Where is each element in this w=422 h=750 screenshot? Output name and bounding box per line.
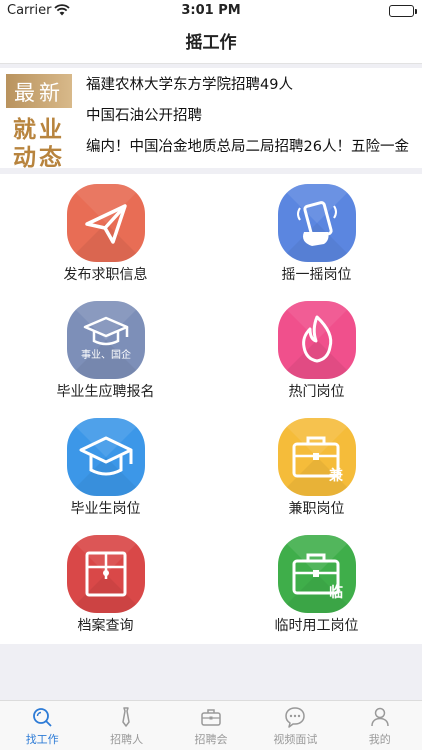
tab-job-fair[interactable]: 招聘会: [169, 701, 253, 750]
graduation-cap-icon: [67, 418, 145, 496]
tie-icon: [122, 707, 131, 727]
news-item[interactable]: 编内！中国冶金地质总局二局招聘26人！五险一金: [86, 130, 422, 161]
tile-post-job-info[interactable]: 发布求职信息: [0, 174, 211, 291]
paper-plane-icon: [67, 184, 145, 262]
tab-label: 找工作: [25, 733, 59, 746]
briefcase-icon: [201, 709, 221, 726]
tile-part-time-jobs[interactable]: 兼 兼职岗位: [211, 408, 422, 525]
tile-hot-jobs[interactable]: 热门岗位: [211, 291, 422, 408]
icon-caption: 兼: [329, 467, 344, 484]
briefcase-icon: 兼: [278, 418, 356, 496]
search-icon: [33, 708, 52, 727]
tile-archive-query[interactable]: 档案查询: [0, 525, 211, 642]
tile-label: 毕业生应聘报名: [56, 384, 155, 400]
news-section: 最新 就业 动态 福建农林大学东方学院招聘49人 中国石油公开招聘 编内！中国冶…: [0, 68, 422, 171]
tab-label: 招聘会: [194, 733, 228, 746]
tile-temporary-jobs[interactable]: 临 临时用工岗位: [211, 525, 422, 642]
shake-phone-icon: [278, 184, 356, 262]
archive-box-icon: [67, 535, 145, 613]
tab-label: 我的: [368, 733, 391, 746]
news-item[interactable]: 中国石油公开招聘: [86, 99, 422, 130]
news-list: 福建农林大学东方学院招聘49人 中国石油公开招聘 编内！中国冶金地质总局二局招聘…: [86, 68, 422, 161]
nav-bar: 摇工作: [0, 22, 422, 64]
chat-bubble-icon: [285, 707, 305, 728]
badge-news: 动态: [13, 145, 65, 171]
tile-label: 兼职岗位: [288, 501, 345, 517]
tile-label: 临时用工岗位: [274, 618, 359, 634]
tab-recruiter[interactable]: 招聘人: [84, 701, 168, 750]
tile-label: 毕业生岗位: [70, 501, 141, 517]
tile-label: 热门岗位: [288, 384, 345, 400]
tab-find-job[interactable]: 找工作: [0, 701, 84, 750]
tab-label: 招聘人: [110, 733, 144, 746]
tile-graduate-registration[interactable]: 事业、国企 毕业生应聘报名: [0, 291, 211, 408]
icon-caption: 事业、国企: [81, 348, 131, 361]
tab-label: 视频面试: [273, 733, 318, 746]
news-item[interactable]: 福建农林大学东方学院招聘49人: [86, 68, 422, 99]
badge-latest: 最新: [6, 74, 72, 108]
person-icon: [370, 707, 389, 727]
graduation-cap-icon: 事业、国企: [67, 301, 145, 379]
tile-label: 发布求职信息: [63, 267, 148, 283]
tile-label: 摇一摇岗位: [281, 267, 352, 283]
feature-grid: 发布求职信息 摇一摇岗位 事业、国企 毕业生应聘报名 热门岗位 毕业生岗位 兼 …: [0, 174, 422, 644]
page-title: 摇工作: [185, 33, 237, 53]
status-bar: Carrier 3:01 PM: [0, 0, 422, 22]
briefcase-icon: 临: [278, 535, 356, 613]
tab-video-interview[interactable]: 视频面试: [253, 701, 337, 750]
battery-icon: [389, 5, 417, 17]
flame-icon: [278, 301, 356, 379]
icon-caption: 临: [329, 584, 343, 601]
tab-profile[interactable]: 我的: [338, 701, 422, 750]
news-badge: 最新 就业 动态: [6, 74, 72, 171]
tab-bar: 找工作 招聘人 招聘会 视频面试 我的: [0, 700, 422, 750]
tile-graduate-jobs[interactable]: 毕业生岗位: [0, 408, 211, 525]
clock: 3:01 PM: [181, 3, 241, 18]
tile-label: 档案查询: [77, 618, 134, 634]
tile-shake-jobs[interactable]: 摇一摇岗位: [211, 174, 422, 291]
